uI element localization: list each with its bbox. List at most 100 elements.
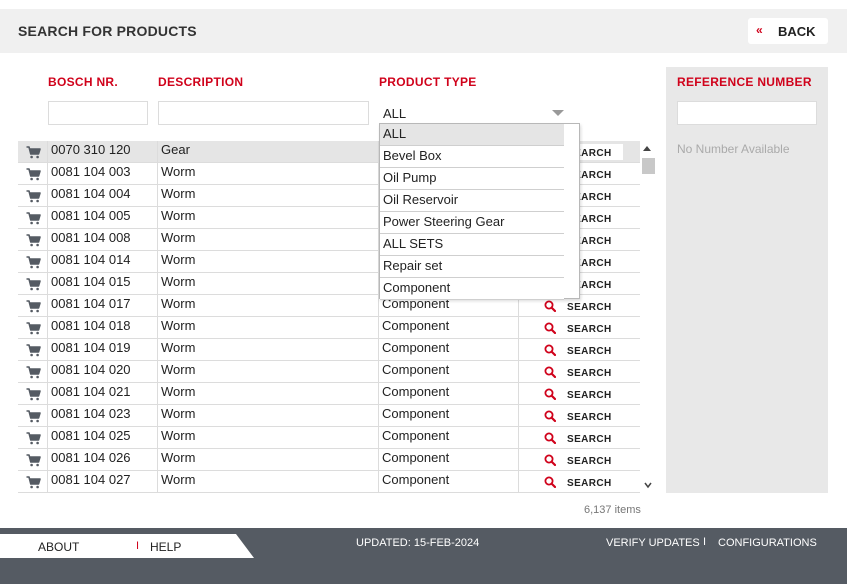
configurations-link[interactable]: CONFIGURATIONS [718, 537, 817, 549]
search-button-label: SEARCH [567, 456, 612, 467]
description-cell: Worm [157, 295, 378, 317]
action-cell: SEARCH [518, 339, 640, 361]
help-link[interactable]: HELP [150, 540, 181, 554]
table-row[interactable]: 0081 104 021 Worm Component SEARCH [18, 383, 640, 405]
description-cell: Worm [157, 383, 378, 405]
dropdown-option[interactable]: Power Steering Gear [380, 212, 564, 234]
table-row[interactable]: 0081 104 026 Worm Component SEARCH [18, 449, 640, 471]
cart-icon[interactable] [26, 300, 41, 313]
footer-separator: I [136, 540, 140, 552]
bosch-nr-cell: 0081 104 018 [47, 317, 157, 339]
dropdown-option[interactable]: Bevel Box [380, 146, 564, 168]
description-cell: Worm [157, 251, 378, 273]
search-button-label: SEARCH [567, 390, 612, 401]
magnifier-icon [544, 454, 556, 466]
description-cell: Worm [157, 317, 378, 339]
action-cell: SEARCH [518, 405, 640, 427]
search-button[interactable]: SEARCH [541, 342, 623, 358]
dropdown-option[interactable]: ALL SETS [380, 234, 564, 256]
cart-icon[interactable] [26, 432, 41, 445]
dropdown-option[interactable]: Component [380, 278, 564, 300]
table-row[interactable]: 0081 104 018 Worm Component SEARCH [18, 317, 640, 339]
cart-icon[interactable] [26, 322, 41, 335]
description-cell: Gear [157, 141, 378, 163]
search-button-label: SEARCH [567, 434, 612, 445]
cart-icon[interactable] [26, 366, 41, 379]
bosch-nr-cell: 0081 104 017 [47, 295, 157, 317]
cart-icon[interactable] [26, 410, 41, 423]
cart-icon[interactable] [26, 278, 41, 291]
product-type-cell: Component [378, 317, 518, 339]
bosch-nr-cell: 0081 104 015 [47, 273, 157, 295]
reference-number-label: REFERENCE NUMBER [677, 75, 812, 89]
bosch-nr-cell: 0081 104 021 [47, 383, 157, 405]
dropdown-scrollbar[interactable] [564, 124, 579, 298]
scroll-down-icon[interactable] [644, 481, 652, 489]
search-button-label: SEARCH [567, 346, 612, 357]
magnifier-icon [544, 432, 556, 444]
search-button[interactable]: SEARCH [541, 430, 623, 446]
table-row[interactable]: 0081 104 023 Worm Component SEARCH [18, 405, 640, 427]
reference-number-field[interactable] [677, 101, 817, 125]
dropdown-arrow-icon[interactable] [552, 110, 564, 116]
back-button[interactable]: « BACK [748, 18, 828, 44]
bosch-nr-cell: 0081 104 019 [47, 339, 157, 361]
scroll-thumb[interactable] [642, 158, 655, 174]
cart-icon[interactable] [26, 234, 41, 247]
cart-icon[interactable] [26, 146, 41, 159]
search-button-label: SEARCH [567, 324, 612, 335]
cart-icon[interactable] [26, 454, 41, 467]
table-row[interactable]: 0081 104 027 Worm Component SEARCH [18, 471, 640, 493]
product-type-label: PRODUCT TYPE [379, 75, 477, 89]
items-count: 6,137 items [584, 504, 641, 516]
description-cell: Worm [157, 339, 378, 361]
dropdown-option[interactable]: Oil Pump [380, 168, 564, 190]
bosch-nr-cell: 0081 104 020 [47, 361, 157, 383]
verify-updates-link[interactable]: VERIFY UPDATES [606, 537, 700, 549]
product-type-cell: Component [378, 427, 518, 449]
cart-icon[interactable] [26, 212, 41, 225]
search-button[interactable]: SEARCH [541, 408, 623, 424]
description-input[interactable] [158, 101, 369, 125]
search-button[interactable]: SEARCH [541, 474, 623, 490]
table-scrollbar[interactable] [640, 141, 656, 493]
table-row[interactable]: 0081 104 019 Worm Component SEARCH [18, 339, 640, 361]
product-search-app: SEARCH FOR PRODUCTS « BACK BOSCH NR. DES… [0, 0, 847, 584]
bosch-nr-cell: 0081 104 004 [47, 185, 157, 207]
bosch-nr-cell: 0081 104 027 [47, 471, 157, 493]
search-button[interactable]: SEARCH [541, 320, 623, 336]
product-type-cell: Component [378, 383, 518, 405]
page-header: SEARCH FOR PRODUCTS « BACK [0, 9, 847, 53]
product-type-cell: Component [378, 471, 518, 493]
description-cell: Worm [157, 471, 378, 493]
bosch-nr-cell: 0081 104 005 [47, 207, 157, 229]
dropdown-option[interactable]: Oil Reservoir [380, 190, 564, 212]
product-type-select[interactable]: ALL [379, 101, 569, 124]
table-row[interactable]: 0081 104 020 Worm Component SEARCH [18, 361, 640, 383]
cart-icon[interactable] [26, 388, 41, 401]
search-button[interactable]: SEARCH [541, 364, 623, 380]
description-cell: Worm [157, 229, 378, 251]
dropdown-option[interactable]: ALL [380, 124, 564, 146]
product-type-cell: Component [378, 339, 518, 361]
bosch-nr-input[interactable] [48, 101, 148, 125]
cart-icon[interactable] [26, 476, 41, 489]
search-button-label: SEARCH [567, 368, 612, 379]
about-link[interactable]: ABOUT [38, 540, 79, 554]
cart-icon[interactable] [26, 190, 41, 203]
table-row[interactable]: 0081 104 025 Worm Component SEARCH [18, 427, 640, 449]
description-cell: Worm [157, 427, 378, 449]
search-button[interactable]: SEARCH [541, 298, 623, 314]
cart-icon[interactable] [26, 344, 41, 357]
search-button-label: SEARCH [567, 478, 612, 489]
cart-icon[interactable] [26, 168, 41, 181]
search-button[interactable]: SEARCH [541, 452, 623, 468]
footer-separator: I [703, 536, 707, 548]
cart-icon[interactable] [26, 256, 41, 269]
scroll-up-icon[interactable] [643, 146, 651, 151]
dropdown-option[interactable]: Repair set [380, 256, 564, 278]
search-button[interactable]: SEARCH [541, 386, 623, 402]
action-cell: SEARCH [518, 471, 640, 493]
bosch-nr-cell: 0081 104 023 [47, 405, 157, 427]
product-type-cell: Component [378, 361, 518, 383]
